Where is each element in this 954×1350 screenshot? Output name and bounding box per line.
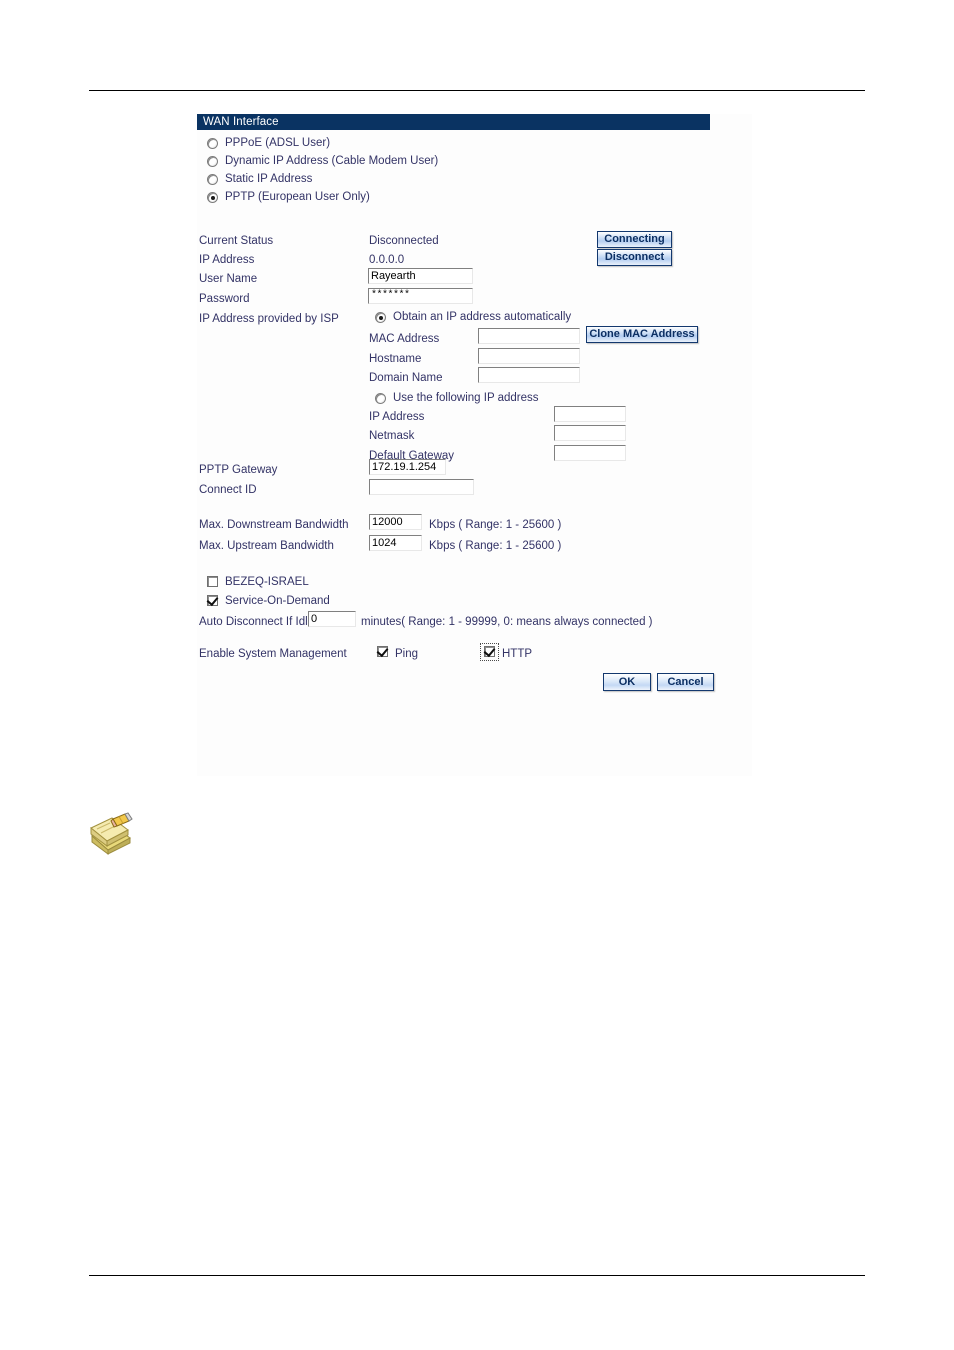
- auto-disconnect-label: Auto Disconnect If Idle: [199, 616, 315, 628]
- domain-name-label: Domain Name: [369, 372, 443, 384]
- current-status-value: Disconnected: [369, 235, 439, 247]
- cancel-button[interactable]: Cancel: [657, 673, 714, 691]
- radio-static-ip[interactable]: [207, 174, 218, 185]
- ok-button[interactable]: OK: [603, 673, 651, 691]
- manual-ip-address-label: IP Address: [369, 411, 425, 423]
- max-upstream-bandwidth-units: Kbps ( Range: 1 - 25600 ): [429, 540, 562, 552]
- user-name-input[interactable]: Rayearth: [368, 268, 473, 284]
- mac-address-label: MAC Address: [369, 333, 440, 345]
- checkbox-service-on-demand-label[interactable]: Service-On-Demand: [225, 595, 330, 608]
- disconnect-button[interactable]: Disconnect: [597, 249, 672, 266]
- password-input[interactable]: *******: [368, 288, 473, 304]
- ip-address-value: 0.0.0.0: [369, 254, 405, 266]
- checkbox-bezeq-israel-label[interactable]: BEZEQ-ISRAEL: [225, 576, 309, 589]
- domain-name-input[interactable]: [478, 367, 580, 383]
- enable-system-management-label: Enable System Management: [199, 648, 347, 660]
- current-status-label: Current Status: [199, 235, 274, 247]
- hostname-label: Hostname: [369, 353, 422, 365]
- radio-pppoe-label[interactable]: PPPoE (ADSL User): [225, 137, 330, 150]
- netmask-input[interactable]: [554, 425, 626, 441]
- netmask-label: Netmask: [369, 430, 415, 442]
- radio-obtain-ip-auto[interactable]: [375, 312, 386, 323]
- radio-pptp-label[interactable]: PPTP (European User Only): [225, 191, 370, 204]
- radio-obtain-ip-auto-label[interactable]: Obtain an IP address automatically: [393, 311, 571, 324]
- max-downstream-bandwidth-label: Max. Downstream Bandwidth: [199, 519, 349, 531]
- user-name-label: User Name: [199, 273, 258, 285]
- page-header-rule: [89, 90, 865, 91]
- radio-dynamic-ip[interactable]: [207, 156, 218, 167]
- mac-address-input[interactable]: [478, 328, 580, 344]
- auto-disconnect-units: minutes( Range: 1 - 99999, 0: means alwa…: [361, 616, 653, 628]
- isp-section-label: IP Address provided by ISP: [199, 313, 339, 325]
- checkbox-http[interactable]: [484, 646, 495, 657]
- max-upstream-bandwidth-label: Max. Upstream Bandwidth: [199, 540, 334, 552]
- page-footer-rule: [89, 1275, 865, 1276]
- password-label: Password: [199, 293, 250, 305]
- connecting-button[interactable]: Connecting: [597, 231, 672, 248]
- pptp-gateway-input[interactable]: 172.19.1.254: [369, 459, 446, 475]
- connect-id-input[interactable]: [369, 479, 474, 495]
- radio-dynamic-ip-label[interactable]: Dynamic IP Address (Cable Modem User): [225, 155, 438, 168]
- radio-use-following-ip-label[interactable]: Use the following IP address: [393, 392, 539, 405]
- clone-mac-address-button[interactable]: Clone MAC Address: [586, 326, 698, 343]
- checkbox-bezeq-israel[interactable]: [207, 576, 218, 587]
- auto-disconnect-input[interactable]: 0: [308, 611, 356, 627]
- checkbox-http-label[interactable]: HTTP: [502, 648, 532, 661]
- max-downstream-bandwidth-input[interactable]: 12000: [369, 514, 422, 530]
- max-downstream-bandwidth-units: Kbps ( Range: 1 - 25600 ): [429, 519, 562, 531]
- radio-pptp[interactable]: [207, 192, 218, 203]
- note-pencil-icon: [88, 812, 134, 860]
- radio-use-following-ip[interactable]: [375, 393, 386, 404]
- max-upstream-bandwidth-input[interactable]: 1024: [369, 535, 422, 551]
- radio-pppoe[interactable]: [207, 138, 218, 149]
- pptp-gateway-label: PPTP Gateway: [199, 464, 278, 476]
- radio-static-ip-label[interactable]: Static IP Address: [225, 173, 312, 186]
- checkbox-ping[interactable]: [377, 646, 388, 657]
- default-gateway-input[interactable]: [554, 445, 626, 461]
- panel-body: PPPoE (ADSL User) Dynamic IP Address (Ca…: [197, 130, 752, 776]
- hostname-input[interactable]: [478, 348, 580, 364]
- checkbox-ping-label[interactable]: Ping: [395, 648, 418, 661]
- panel-title: WAN Interface: [197, 114, 710, 130]
- checkbox-service-on-demand[interactable]: [207, 595, 218, 606]
- ip-address-label: IP Address: [199, 254, 255, 266]
- manual-ip-address-input[interactable]: [554, 406, 626, 422]
- wan-interface-panel: WAN Interface PPPoE (ADSL User) Dynamic …: [197, 114, 752, 776]
- connect-id-label: Connect ID: [199, 484, 257, 496]
